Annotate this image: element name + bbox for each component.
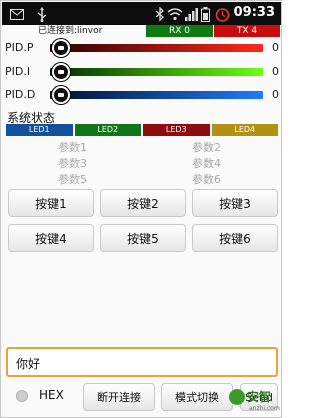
pid-i-slider[interactable] [50, 68, 263, 76]
pid-i-slider-thumb[interactable] [52, 63, 70, 81]
param-6: 参数6 [192, 173, 221, 186]
led-1: LED1 [6, 124, 73, 136]
pid-d-slider[interactable] [50, 91, 263, 99]
pid-i-value: 0 [272, 65, 279, 78]
mode-switch-button[interactable]: 模式切换 [161, 383, 233, 411]
led-3: LED3 [143, 124, 210, 136]
battery-icon [201, 6, 210, 22]
signal-icon [185, 6, 199, 22]
tx-counter: TX 4 [214, 25, 280, 37]
mail-icon [10, 6, 24, 22]
anzhi-watermark: 安智 anzhi.com [229, 387, 281, 417]
button-2[interactable]: 按键2 [100, 189, 186, 217]
led-2: LED2 [74, 124, 141, 136]
hex-label: HEX [39, 388, 64, 402]
usb-icon [36, 6, 48, 22]
pid-p-slider-thumb[interactable] [52, 39, 70, 57]
button-6[interactable]: 按键6 [192, 224, 278, 252]
led-4: LED4 [211, 124, 278, 136]
pid-d-value: 0 [272, 88, 279, 101]
app-screen: 09:33 已连接到:linvor RX 0 TX 4 PID.P 0 PID.… [0, 0, 282, 418]
rx-counter: RX 0 [146, 25, 213, 37]
pid-p-value: 0 [272, 41, 279, 54]
hex-checkbox[interactable] [16, 390, 28, 402]
pid-i-row: PID.I 0 [2, 63, 281, 85]
pid-i-label: PID.I [5, 65, 31, 78]
led-bar: LED1 LED2 LED3 LED4 [6, 124, 278, 136]
anzhi-logo-icon [229, 389, 245, 405]
button-3[interactable]: 按键3 [192, 189, 278, 217]
pid-p-slider[interactable] [50, 44, 263, 52]
watermark-url: anzhi.com [249, 405, 280, 412]
pid-p-label: PID.P [5, 41, 34, 54]
watermark-text: 安智 [247, 390, 272, 404]
pid-p-row: PID.P 0 [2, 39, 281, 61]
param-5: 参数5 [58, 173, 87, 186]
status-bar: 09:33 [2, 2, 281, 25]
pid-d-label: PID.D [5, 88, 36, 101]
button-5[interactable]: 按键5 [100, 224, 186, 252]
clock-time: 09:33 [233, 5, 275, 20]
message-input-value: 你好 [16, 357, 41, 371]
message-input[interactable]: 你好 [6, 347, 278, 377]
param-4: 参数4 [192, 157, 221, 170]
pid-d-slider-thumb[interactable] [52, 86, 70, 104]
button-1[interactable]: 按键1 [8, 189, 94, 217]
button-4[interactable]: 按键4 [8, 224, 94, 252]
wifi-icon [167, 6, 183, 22]
disconnect-button[interactable]: 断开连接 [83, 383, 155, 411]
connection-bar: 已连接到:linvor RX 0 TX 4 [2, 25, 281, 37]
param-1: 参数1 [58, 141, 87, 154]
alarm-icon [215, 6, 230, 22]
connection-status: 已连接到:linvor [38, 26, 103, 36]
bluetooth-icon [155, 6, 165, 22]
param-3: 参数3 [58, 157, 87, 170]
param-2: 参数2 [192, 141, 221, 154]
pid-d-row: PID.D 0 [2, 86, 281, 108]
